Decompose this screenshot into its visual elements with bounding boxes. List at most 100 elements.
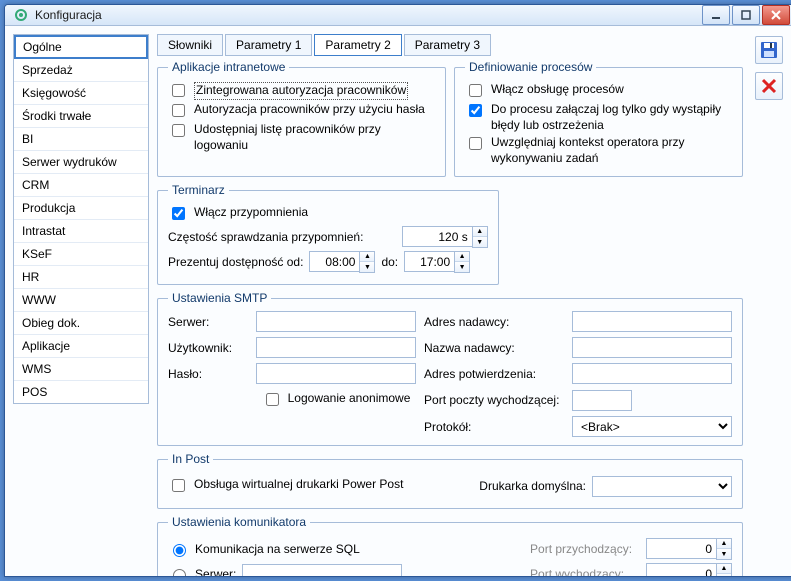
- scheduler-opt1-checkbox[interactable]: [172, 207, 185, 220]
- messenger-fieldset: Ustawienia komunikatora Komunikacja na s…: [157, 515, 743, 577]
- smtp-out-port-input[interactable]: [572, 390, 632, 411]
- spin-down-icon[interactable]: ▼: [717, 549, 731, 559]
- sidebar-item[interactable]: Serwer wydruków: [14, 151, 148, 174]
- sidebar-item[interactable]: WWW: [14, 289, 148, 312]
- messenger-radio-server[interactable]: [173, 569, 186, 577]
- spin-up-icon[interactable]: ▲: [455, 252, 469, 262]
- smtp-pass-input[interactable]: [256, 363, 416, 384]
- processes-opt2-checkbox[interactable]: [469, 104, 482, 117]
- messenger-server-input[interactable]: [242, 564, 402, 577]
- smtp-server-label: Serwer:: [168, 315, 248, 329]
- intranet-opt3-checkbox[interactable]: [172, 124, 185, 137]
- floppy-disk-icon: [760, 41, 778, 59]
- scheduler-opt1[interactable]: Włącz przypomnienia: [168, 205, 488, 223]
- processes-opt1-checkbox[interactable]: [469, 84, 482, 97]
- intranet-opt1-checkbox[interactable]: [172, 84, 185, 97]
- spin-down-icon[interactable]: ▼: [473, 237, 487, 247]
- messenger-port-out-input[interactable]: [646, 563, 716, 577]
- close-icon: [761, 78, 777, 94]
- scheduler-freq-label: Częstość sprawdzania przypomnień:: [168, 230, 363, 244]
- titlebar: Konfiguracja: [5, 5, 791, 26]
- sidebar-item[interactable]: KSeF: [14, 243, 148, 266]
- minimize-button[interactable]: [702, 5, 730, 25]
- app-icon: [13, 7, 29, 23]
- sidebar-item[interactable]: Obieg dok.: [14, 312, 148, 335]
- smtp-anon-checkbox[interactable]: [266, 393, 279, 406]
- sidebar-item[interactable]: Sprzedaż: [14, 59, 148, 82]
- messenger-radio-sql[interactable]: [173, 544, 186, 557]
- sidebar-item[interactable]: Środki trwałe: [14, 105, 148, 128]
- spin-down-icon[interactable]: ▼: [360, 262, 374, 272]
- spin-up-icon[interactable]: ▲: [360, 252, 374, 262]
- cancel-button[interactable]: [755, 72, 783, 100]
- sidebar-item[interactable]: POS: [14, 381, 148, 403]
- tab[interactable]: Parametry 1: [225, 34, 312, 56]
- smtp-protocol-label: Protokół:: [424, 420, 564, 434]
- sidebar-item[interactable]: Ogólne: [14, 35, 148, 59]
- processes-fieldset: Definiowanie procesów Włącz obsługę proc…: [454, 60, 743, 177]
- scheduler-to-input[interactable]: [404, 251, 454, 272]
- smtp-fieldset: Ustawienia SMTP Serwer: Adres nadawcy: U…: [157, 291, 743, 446]
- smtp-sender-name-input[interactable]: [572, 337, 732, 358]
- close-button[interactable]: [762, 5, 790, 25]
- processes-opt3[interactable]: Uwzględniaj kontekst operatora przy wyko…: [465, 135, 732, 166]
- intranet-opt2-checkbox[interactable]: [172, 104, 185, 117]
- messenger-radio-sql-label: Komunikacja na serwerze SQL: [195, 542, 360, 556]
- intranet-fieldset: Aplikacje intranetowe Zintegrowana autor…: [157, 60, 446, 177]
- maximize-button[interactable]: [732, 5, 760, 25]
- save-button[interactable]: [755, 36, 783, 64]
- smtp-confirm-addr-label: Adres potwierdzenia:: [424, 367, 564, 381]
- sidebar-item[interactable]: BI: [14, 128, 148, 151]
- smtp-sender-name-label: Nazwa nadawcy:: [424, 341, 564, 355]
- smtp-sender-addr-input[interactable]: [572, 311, 732, 332]
- intranet-opt2[interactable]: Autoryzacja pracowników przy użyciu hasł…: [168, 102, 435, 120]
- intranet-opt1[interactable]: Zintegrowana autoryzacja pracowników: [168, 82, 435, 100]
- spin-up-icon[interactable]: ▲: [717, 539, 731, 549]
- smtp-confirm-addr-input[interactable]: [572, 363, 732, 384]
- sidebar-item[interactable]: CRM: [14, 174, 148, 197]
- smtp-protocol-select[interactable]: <Brak>: [572, 416, 732, 437]
- sidebar-item[interactable]: Aplikacje: [14, 335, 148, 358]
- tab[interactable]: Słowniki: [157, 34, 223, 56]
- inpost-opt1[interactable]: Obsługa wirtualnej drukarki Power Post: [168, 477, 403, 495]
- smtp-user-input[interactable]: [256, 337, 416, 358]
- smtp-server-input[interactable]: [256, 311, 416, 332]
- category-sidebar: OgólneSprzedażKsięgowośćŚrodki trwałeBIS…: [13, 34, 149, 404]
- spin-down-icon[interactable]: ▼: [455, 262, 469, 272]
- messenger-port-out-label: Port wychodzący:: [530, 567, 640, 577]
- sidebar-item[interactable]: Księgowość: [14, 82, 148, 105]
- inpost-printer-label: Drukarka domyślna:: [479, 479, 586, 493]
- smtp-legend: Ustawienia SMTP: [168, 291, 271, 305]
- sidebar-item[interactable]: HR: [14, 266, 148, 289]
- scheduler-freq-input[interactable]: [402, 226, 472, 247]
- messenger-radio-server-label: Serwer:: [195, 567, 236, 577]
- scheduler-avail-label: Prezentuj dostępność od:: [168, 255, 303, 269]
- tab[interactable]: Parametry 3: [404, 34, 491, 56]
- messenger-port-in-spin[interactable]: ▲▼: [646, 538, 732, 560]
- scheduler-from-input[interactable]: [309, 251, 359, 272]
- spin-up-icon[interactable]: ▲: [473, 227, 487, 237]
- processes-legend: Definiowanie procesów: [465, 60, 596, 74]
- scheduler-freq-spin[interactable]: ▲▼: [402, 226, 488, 248]
- inpost-printer-select[interactable]: [592, 476, 732, 497]
- scheduler-from-spin[interactable]: ▲▼: [309, 251, 375, 273]
- sidebar-item[interactable]: Produkcja: [14, 197, 148, 220]
- tab[interactable]: Parametry 2: [314, 34, 401, 56]
- smtp-out-port-label: Port poczty wychodzącej:: [424, 393, 564, 407]
- messenger-port-in-input[interactable]: [646, 538, 716, 559]
- smtp-user-label: Użytkownik:: [168, 341, 248, 355]
- messenger-legend: Ustawienia komunikatora: [168, 515, 310, 529]
- smtp-anon[interactable]: Logowanie anonimowe: [256, 391, 416, 409]
- scheduler-to-spin[interactable]: ▲▼: [404, 251, 470, 273]
- intranet-opt3[interactable]: Udostępniaj listę pracowników przy logow…: [168, 122, 435, 153]
- inpost-opt1-checkbox[interactable]: [172, 479, 185, 492]
- processes-opt1[interactable]: Włącz obsługę procesów: [465, 82, 732, 100]
- messenger-port-out-spin[interactable]: ▲▼: [646, 563, 732, 577]
- spin-down-icon[interactable]: ▼: [717, 574, 731, 577]
- sidebar-item[interactable]: WMS: [14, 358, 148, 381]
- inpost-legend: In Post: [168, 452, 213, 466]
- scheduler-legend: Terminarz: [168, 183, 229, 197]
- processes-opt3-checkbox[interactable]: [469, 137, 482, 150]
- processes-opt2[interactable]: Do procesu załączaj log tylko gdy wystąp…: [465, 102, 732, 133]
- sidebar-item[interactable]: Intrastat: [14, 220, 148, 243]
